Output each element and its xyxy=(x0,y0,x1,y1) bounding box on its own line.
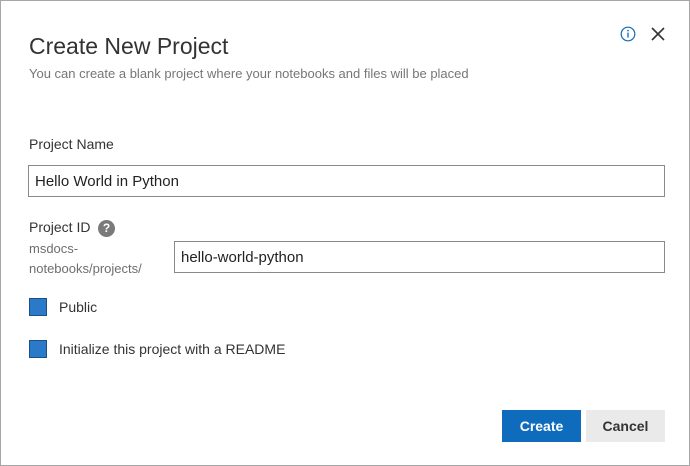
project-id-input[interactable] xyxy=(174,241,665,273)
cancel-button[interactable]: Cancel xyxy=(586,410,665,442)
help-icon[interactable]: ? xyxy=(98,220,115,237)
dialog-title: Create New Project xyxy=(29,33,229,59)
readme-checkbox[interactable] xyxy=(29,340,47,358)
info-icon[interactable] xyxy=(620,26,636,42)
project-name-label: Project Name xyxy=(29,136,114,152)
project-id-prefix-line2: notebooks/projects/ xyxy=(29,261,142,276)
public-label: Public xyxy=(59,299,98,315)
create-button[interactable]: Create xyxy=(502,410,581,442)
project-id-prefix: msdocs- notebooks/projects/ xyxy=(29,239,169,279)
create-project-dialog: Create New Project You can create a blan… xyxy=(0,0,690,466)
project-id-prefix-line1: msdocs- xyxy=(29,241,79,256)
project-id-label: Project ID xyxy=(29,219,91,235)
public-checkbox[interactable] xyxy=(29,298,47,316)
readme-label: Initialize this project with a README xyxy=(59,341,286,357)
project-name-input[interactable] xyxy=(28,165,665,197)
dialog-subtitle: You can create a blank project where you… xyxy=(29,66,469,81)
close-icon[interactable] xyxy=(649,25,667,43)
